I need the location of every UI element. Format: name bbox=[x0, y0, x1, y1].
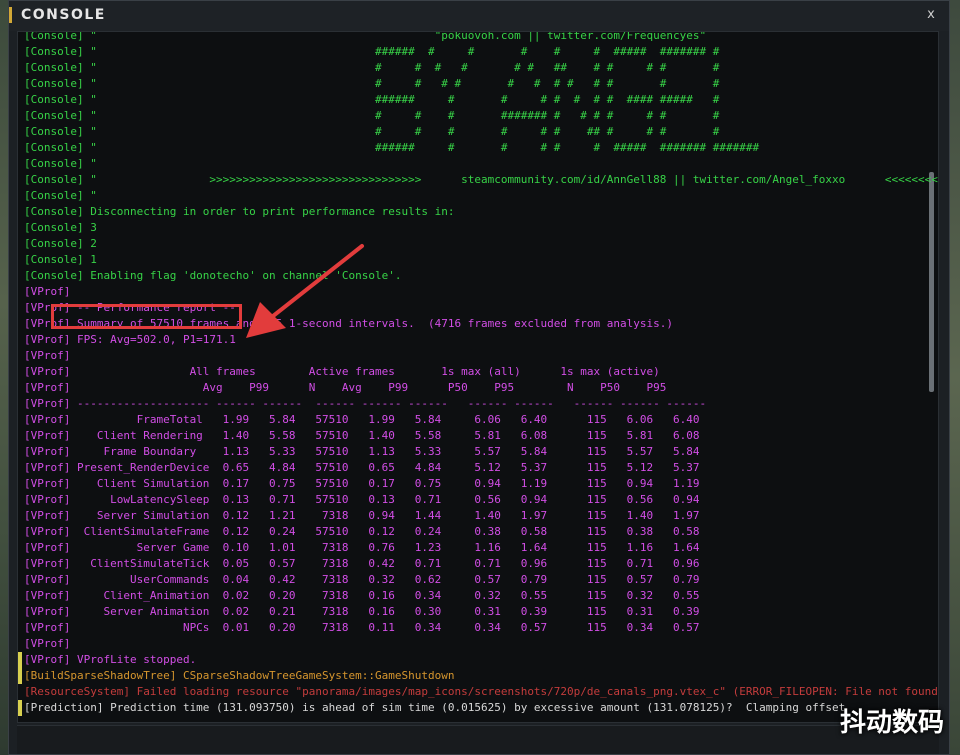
console-line: [VProf] VProfLite stopped. bbox=[24, 653, 197, 666]
console-line: [Console] " ###### # # # # # ##### #####… bbox=[24, 45, 720, 58]
console-line: [Console] " ###### # # # # # ##### #####… bbox=[24, 141, 760, 154]
console-line: [VProf] Client Rendering 1.40 5.58 57510… bbox=[24, 429, 700, 442]
console-input-area[interactable] bbox=[17, 725, 939, 754]
title-accent-mark bbox=[9, 7, 12, 23]
line-marker bbox=[18, 668, 22, 684]
console-line: [VProf] -------------------- ------ ----… bbox=[24, 397, 707, 410]
console-line: [Console] " # # # # # # ## # # # # bbox=[24, 125, 720, 138]
console-line: [VProf] ClientSimulateTick 0.05 0.57 731… bbox=[24, 557, 700, 570]
console-line: [Console] Disconnecting in order to prin… bbox=[24, 205, 455, 218]
console-line: [VProf] bbox=[24, 285, 71, 298]
console-line: [ResourceSystem] Failed loading resource… bbox=[24, 685, 939, 698]
console-line: [VProf] Server Simulation 0.12 1.21 7318… bbox=[24, 509, 700, 522]
console-line: [Console] " bbox=[24, 157, 97, 170]
console-line: [VProf] Client_Animation 0.02 0.20 7318 … bbox=[24, 589, 700, 602]
console-line: [Console] " # # # # # # # # # # # # bbox=[24, 77, 720, 90]
console-line: [Console] " # # # # # # ## # # # # # bbox=[24, 61, 720, 74]
console-line: [VProf] UserCommands 0.04 0.42 7318 0.32… bbox=[24, 573, 700, 586]
watermark: 抖动数码 bbox=[839, 708, 944, 738]
console-line: [VProf] LowLatencySleep 0.13 0.71 57510 … bbox=[24, 493, 700, 506]
console-scrollbar[interactable] bbox=[929, 172, 934, 392]
fps-annotation-box bbox=[51, 304, 242, 329]
console-line: [Console] 3 bbox=[24, 221, 97, 234]
console-line: [VProf] All frames Active frames 1s max … bbox=[24, 365, 660, 378]
close-icon[interactable]: x bbox=[921, 5, 941, 25]
console-line: [VProf] NPCs 0.01 0.20 7318 0.11 0.34 0.… bbox=[24, 621, 700, 634]
console-line: [VProf] FPS: Avg=502.0, P1=171.1 bbox=[24, 333, 236, 346]
line-marker bbox=[18, 700, 22, 716]
console-line: [VProf] Avg P99 N Avg P99 P50 P95 N P50 … bbox=[24, 381, 667, 394]
console-line: [VProf] ClientSimulateFrame 0.12 0.24 57… bbox=[24, 525, 700, 538]
console-title: CONSOLE bbox=[21, 7, 106, 23]
console-line: [Console] 1 bbox=[24, 253, 97, 266]
console-line: [Console] " ###### # # # # # # # #### ##… bbox=[24, 93, 720, 106]
console-line: [Console] " bbox=[24, 189, 97, 202]
line-marker bbox=[18, 652, 22, 668]
console-line: [VProf] bbox=[24, 637, 71, 650]
annotation-arrow-icon bbox=[246, 244, 364, 338]
console-line: [VProf] Frame Boundary 1.13 5.33 57510 1… bbox=[24, 445, 700, 458]
console-line: [BuildSparseShadowTree] CSparseShadowTre… bbox=[24, 669, 455, 682]
console-output[interactable]: [Console] " "pokuovoh.com || twitter.com… bbox=[17, 31, 939, 723]
console-window: CONSOLE x [Console] " "pokuovoh.com || t… bbox=[8, 0, 950, 755]
console-line: [VProf] Server Game 0.10 1.01 7318 0.76 … bbox=[24, 541, 700, 554]
console-line: [Console] " # # # ####### # # # # # # # bbox=[24, 109, 720, 122]
console-titlebar[interactable]: CONSOLE x bbox=[9, 1, 949, 31]
console-line: [VProf] Server Animation 0.02 0.21 7318 … bbox=[24, 605, 700, 618]
console-line: [Console] " >>>>>>>>>>>>>>>>>>>>>>>>>>>>… bbox=[24, 173, 939, 186]
console-line: [Console] 2 bbox=[24, 237, 97, 250]
console-line: [VProf] Present_RenderDevice 0.65 4.84 5… bbox=[24, 461, 700, 474]
console-line: [Prediction] Prediction time (131.093750… bbox=[24, 701, 846, 714]
console-line: [VProf] Client Simulation 0.17 0.75 5751… bbox=[24, 477, 700, 490]
console-line: [Console] " "pokuovoh.com || twitter.com… bbox=[24, 31, 707, 42]
console-line: [VProf] bbox=[24, 349, 71, 362]
console-line: [VProf] FrameTotal 1.99 5.84 57510 1.99 … bbox=[24, 413, 700, 426]
